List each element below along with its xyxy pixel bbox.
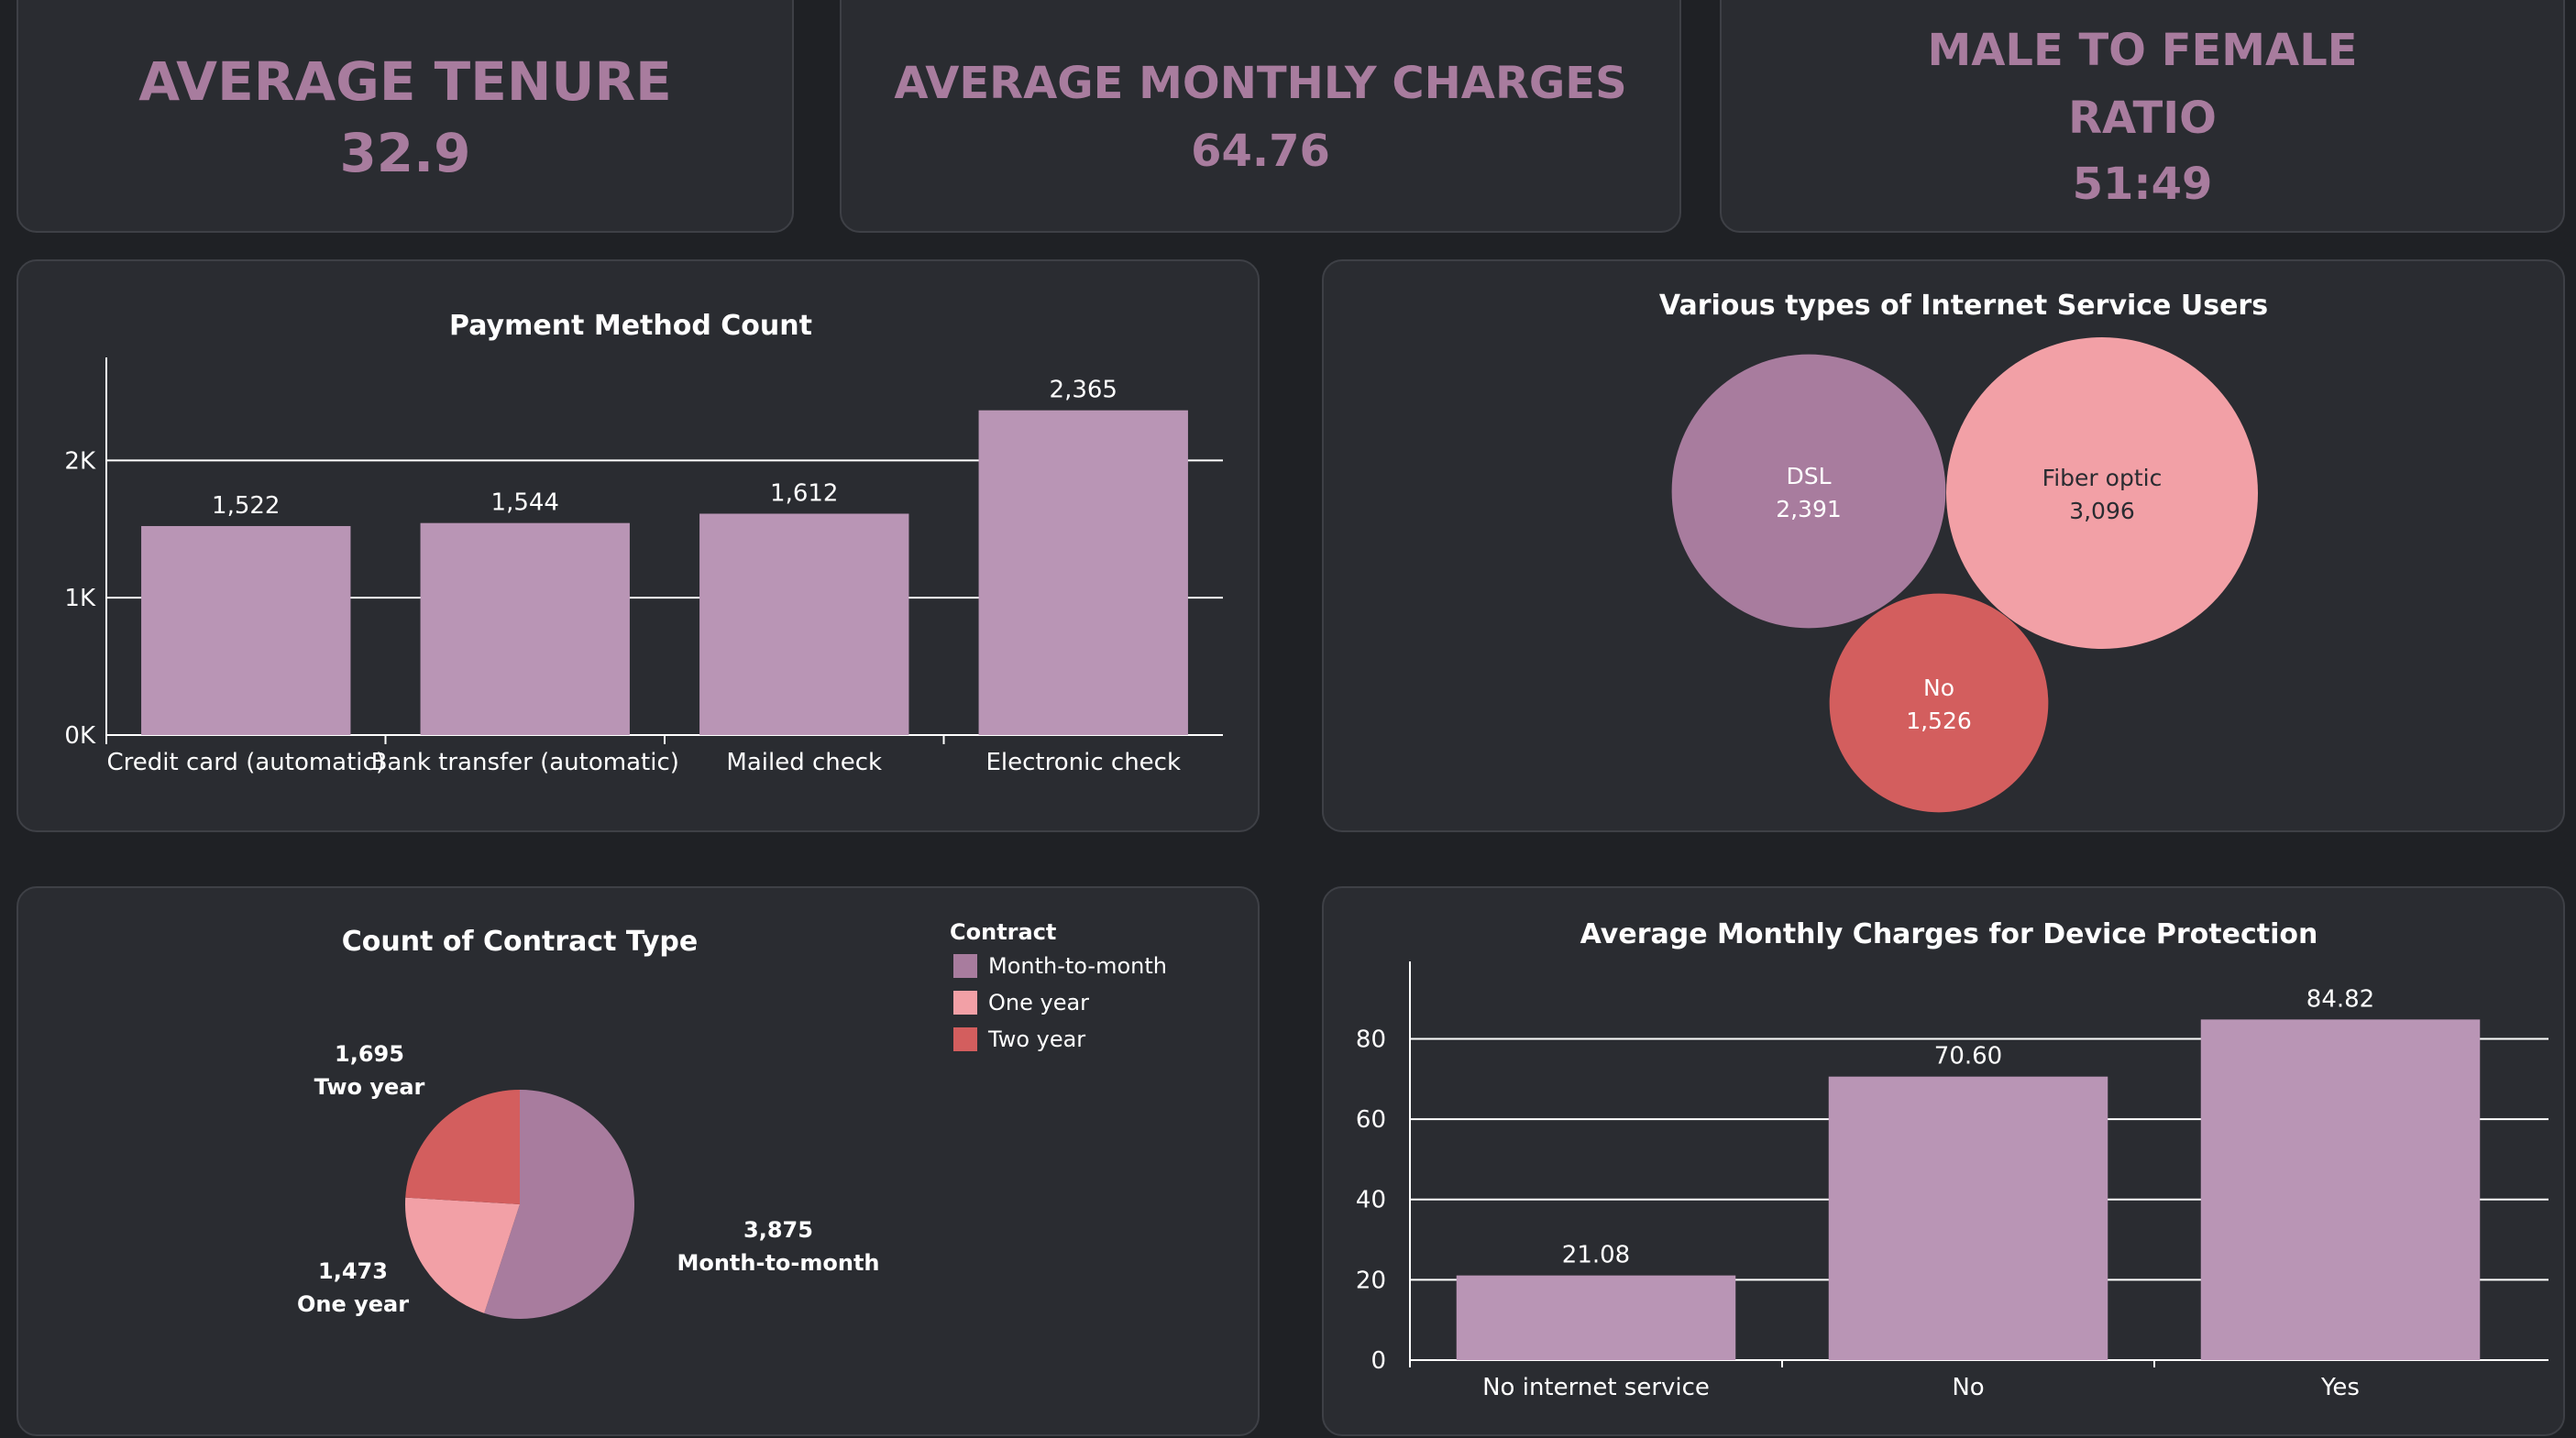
kpi-card-average-monthly-charges: AVERAGE MONTHLY CHARGES 64.76	[840, 0, 1681, 233]
slice-category-label: Month-to-month	[677, 1250, 879, 1276]
slice-value-label: 3,875	[743, 1217, 813, 1243]
device-protection-chart: Average Monthly Charges for Device Prote…	[1356, 918, 2548, 1401]
pie-slice	[405, 1090, 520, 1204]
legend-swatch	[953, 1027, 977, 1051]
kpi-label: AVERAGE TENURE	[138, 49, 672, 113]
bar	[978, 410, 1188, 735]
legend-title: Contract	[950, 919, 1056, 945]
y-tick-label: 0K	[64, 722, 96, 750]
kpi-label-line2: RATIO	[2068, 93, 2217, 144]
bubble	[1671, 354, 1946, 629]
data-label: 2,365	[1050, 377, 1117, 404]
slice-value-label: 1,473	[318, 1258, 388, 1284]
y-tick-label: 60	[1356, 1106, 1386, 1134]
bubble-label: DSL	[1786, 463, 1831, 489]
x-tick-label: No	[1952, 1374, 1984, 1401]
legend-label: One year	[988, 990, 1089, 1015]
legend-swatch	[953, 954, 977, 978]
y-tick-label: 2K	[64, 447, 96, 475]
bar	[1456, 1275, 1736, 1360]
bubble-value: 2,391	[1776, 496, 1842, 522]
bar	[2200, 1019, 2481, 1360]
kpi-card-male-female-ratio: MALE TO FEMALE RATIO 51:49	[1720, 0, 2565, 233]
y-tick-label: 40	[1356, 1187, 1386, 1214]
chart-title: Average Monthly Charges for Device Prote…	[1580, 918, 2318, 950]
legend-label: Two year	[987, 1026, 1085, 1052]
legend-label: Month-to-month	[988, 953, 1167, 979]
kpi-card-average-tenure: AVERAGE TENURE 32.9	[17, 0, 794, 233]
chart-title: Count of Contract Type	[342, 926, 698, 958]
internet-service-panel: Various types of Internet Service Users D…	[1322, 259, 2565, 832]
bubble-label: Fiber optic	[2042, 465, 2163, 491]
kpi-label: AVERAGE MONTHLY CHARGES	[894, 58, 1627, 109]
chart-title: Various types of Internet Service Users	[1659, 290, 2268, 322]
bubble	[1829, 593, 2049, 813]
bubble-value: 3,096	[2069, 498, 2135, 524]
kpi-value: 64.76	[1191, 126, 1330, 177]
internet-service-chart: Various types of Internet Service Users D…	[1659, 290, 2268, 813]
data-label: 1,544	[491, 489, 559, 517]
bar	[699, 513, 909, 735]
bubble	[1946, 337, 2258, 649]
kpi-value: 51:49	[2072, 159, 2213, 210]
x-tick-label: Electronic check	[985, 749, 1181, 776]
y-tick-label: 20	[1356, 1267, 1386, 1294]
data-label: 1,522	[212, 492, 280, 520]
bubble-label: No	[1923, 675, 1954, 701]
slice-category-label: Two year	[314, 1074, 425, 1100]
y-tick-label: 80	[1356, 1026, 1386, 1053]
contract-type-panel: Count of Contract Type Contract Month-to-m…	[17, 886, 1260, 1436]
bar	[420, 522, 630, 735]
bubble-value: 1,526	[1906, 708, 1972, 734]
x-tick-label: Bank transfer (automatic)	[371, 749, 679, 776]
x-tick-label: Credit card (automatic)	[107, 749, 385, 776]
data-label: 1,612	[770, 479, 838, 507]
x-tick-label: No internet service	[1482, 1374, 1710, 1401]
bar	[141, 525, 351, 735]
y-tick-label: 0	[1371, 1347, 1386, 1375]
x-tick-label: Yes	[2320, 1374, 2360, 1401]
contract-type-chart: Count of Contract Type Contract Month-to-m…	[297, 919, 1167, 1319]
data-label: 21.08	[1562, 1242, 1630, 1269]
y-tick-label: 1K	[64, 585, 96, 612]
payment-method-chart: Payment Method Count 0K 1K 2K 1,522 Credit ca…	[64, 310, 1223, 776]
slice-value-label: 1,695	[335, 1041, 404, 1067]
x-tick-label: Mailed check	[726, 749, 882, 776]
data-label: 84.82	[2306, 985, 2374, 1013]
device-protection-panel: Average Monthly Charges for Device Prote…	[1322, 886, 2565, 1436]
kpi-value: 32.9	[339, 122, 471, 185]
bar	[1828, 1076, 2108, 1360]
kpi-label-line1: MALE TO FEMALE	[1927, 25, 2358, 76]
chart-title: Payment Method Count	[449, 310, 812, 342]
payment-method-panel: Payment Method Count 0K 1K 2K 1,522 Credit ca…	[17, 259, 1260, 832]
slice-category-label: One year	[297, 1291, 409, 1317]
data-label: 70.60	[1934, 1043, 2002, 1070]
legend-swatch	[953, 991, 977, 1015]
